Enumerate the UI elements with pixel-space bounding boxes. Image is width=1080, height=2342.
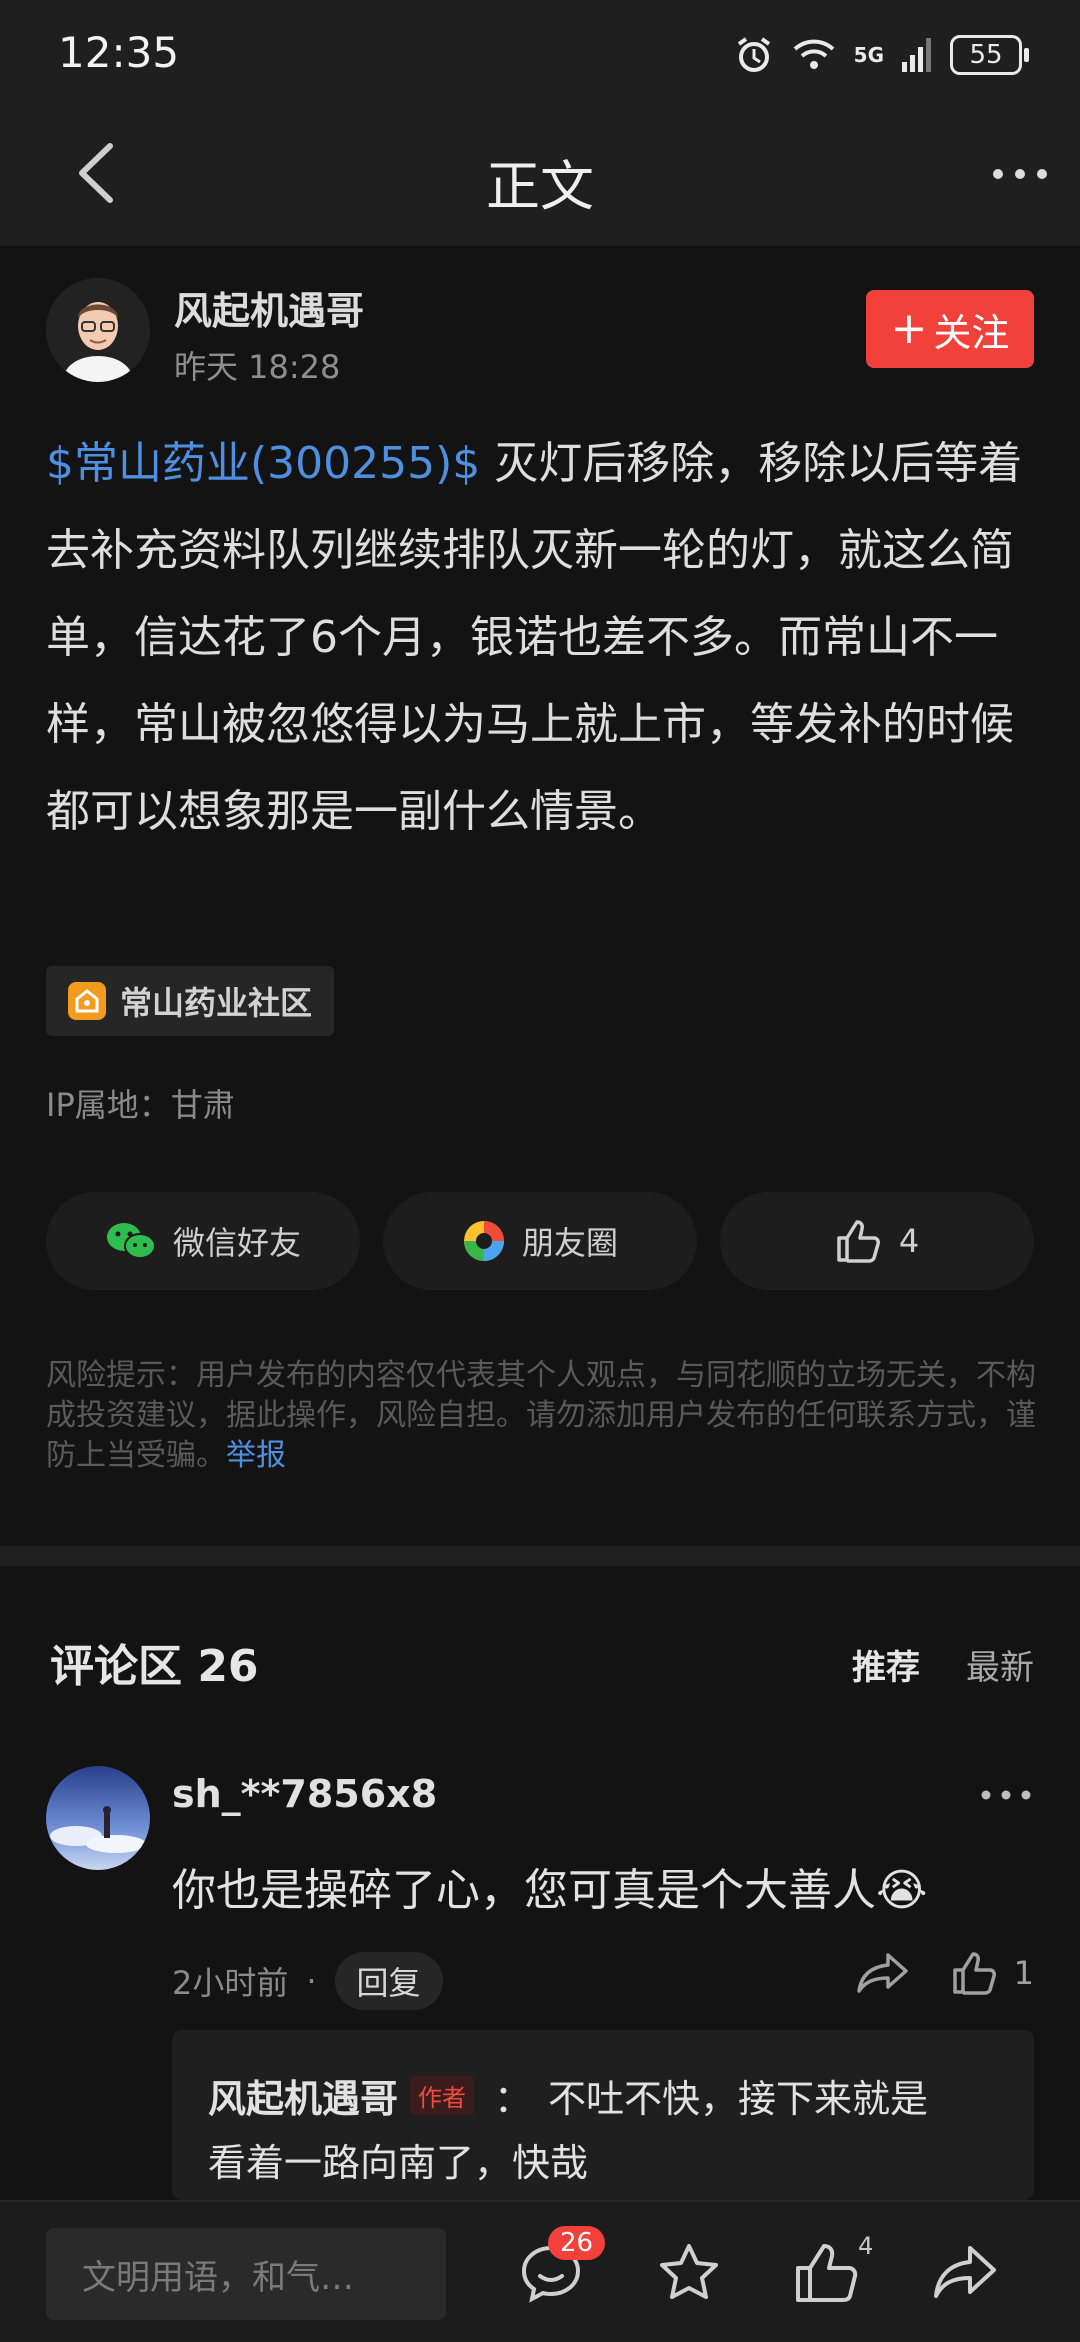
moments-label: 朋友圈: [521, 1224, 618, 1262]
bottom-action-bar: 文明用语，和气… 26 4: [0, 2200, 1080, 2342]
commenter-avatar[interactable]: [46, 1766, 150, 1870]
comment-like-count: 1: [1013, 1954, 1034, 1992]
share-wechat-button[interactable]: 微信好友: [46, 1192, 360, 1290]
reply-separator: ：: [494, 2077, 533, 2121]
reply-line-1: 风起机遇哥 作者 ： 不吐不快，接下来就是: [208, 2068, 928, 2123]
comment-actions: 1: [856, 1950, 1034, 1996]
more-options-icon[interactable]: [990, 154, 1050, 194]
alarm-icon: [737, 37, 770, 72]
report-link[interactable]: 举报: [226, 1438, 286, 1473]
reply-button[interactable]: 回复: [334, 1952, 443, 2010]
disclaimer-text: 风险提示：用户发布的内容仅代表其个人观点，与同花顺的立场无关，不构成投资建议，据…: [46, 1358, 1036, 1473]
avatar-illustration: [46, 1766, 150, 1870]
comment-like-button[interactable]: 1: [950, 1950, 1034, 1996]
wifi-icon: [793, 39, 835, 69]
reply-text-1: 不吐不快，接下来就是: [548, 2077, 929, 2121]
follow-label: 关注: [933, 310, 1010, 355]
reply-text-2: 看着一路向南了，快哉: [208, 2141, 589, 2185]
battery-level: 55: [969, 40, 1003, 70]
moments-icon: [463, 1221, 504, 1261]
signal-icon: [902, 38, 931, 72]
post-text: 灭灯后移除，移除以后等着去补充资料队列继续排队灭新一轮的灯，就这么简单，信达花了…: [46, 438, 1023, 837]
stock-tag-link[interactable]: $常山药业(300255)$: [46, 438, 480, 489]
comment-count-badge: 26: [548, 2226, 606, 2260]
avatar-illustration: [46, 278, 150, 382]
status-bar: 12:35 5G 55: [0, 0, 1080, 100]
share-row: 微信好友 朋友圈 4: [46, 1192, 1034, 1292]
status-time: 12:35: [58, 28, 180, 77]
bottom-like-count: 4: [858, 2232, 874, 2260]
community-tag[interactable]: 常山药业社区: [46, 966, 335, 1036]
comments-title: 评论区 26: [50, 1641, 259, 1692]
share-moments-button[interactable]: 朋友圈: [383, 1192, 697, 1290]
comment-sort-tabs: 推荐 最新: [852, 1640, 1034, 1689]
author-badge: 作者: [410, 2076, 475, 2115]
thumbs-up-icon[interactable]: [790, 2238, 860, 2308]
battery-indicator: 55: [950, 35, 1029, 75]
section-divider: [0, 1546, 1080, 1566]
post-like-count: 4: [898, 1222, 920, 1260]
network-label: 5G: [853, 43, 884, 67]
sort-latest-tab[interactable]: 最新: [966, 1640, 1034, 1689]
wechat-icon: [106, 1223, 156, 1259]
community-label: 常山药业社区: [120, 984, 313, 1022]
risk-disclaimer: 风险提示：用户发布的内容仅代表其个人观点，与同花顺的立场无关，不构成投资建议，据…: [46, 1356, 1036, 1476]
author-header: 风起机遇哥 昨天 18:28 + 关注: [46, 276, 1034, 386]
comment-input[interactable]: 文明用语，和气…: [46, 2228, 446, 2320]
comment-meta: 2小时前 · 回复: [172, 1952, 443, 2010]
ip-location: IP属地：甘肃: [46, 1086, 235, 1124]
meta-separator: ·: [306, 1962, 317, 2000]
author-avatar[interactable]: [46, 278, 150, 382]
comment-more-icon[interactable]: [978, 1780, 1034, 1810]
wechat-label: 微信好友: [172, 1224, 301, 1262]
nav-bar: 正文: [0, 100, 1080, 246]
thumbs-up-icon: [952, 1952, 996, 1995]
plus-icon: +: [890, 303, 928, 354]
comment-time: 2小时前: [172, 1964, 289, 2002]
post-time: 昨天 18:28: [174, 348, 341, 386]
like-post-button[interactable]: 4: [720, 1192, 1034, 1290]
share-icon[interactable]: [856, 1951, 910, 1995]
comment-text: 你也是操碎了心，您可真是个大善人😭: [172, 1865, 928, 1916]
community-icon: [68, 982, 106, 1020]
thumbs-up-icon: [837, 1220, 880, 1263]
reply-author-name[interactable]: 风起机遇哥: [208, 2077, 398, 2121]
commenter-name[interactable]: sh_**7856x8: [172, 1772, 437, 1816]
post-content: $常山药业(300255)$ 灭灯后移除，移除以后等着去补充资料队列继续排队灭新…: [46, 420, 1036, 855]
author-name[interactable]: 风起机遇哥: [174, 280, 364, 335]
status-icons: 5G 55: [734, 30, 1029, 80]
sort-recommended-tab[interactable]: 推荐: [852, 1640, 920, 1689]
star-favorite-icon[interactable]: [654, 2238, 724, 2308]
follow-button[interactable]: + 关注: [866, 290, 1034, 368]
page-title: 正文: [486, 155, 594, 218]
nested-reply[interactable]: 风起机遇哥 作者 ： 不吐不快，接下来就是 看着一路向南了，快哉: [172, 2030, 1034, 2200]
share-icon[interactable]: [930, 2238, 1000, 2308]
